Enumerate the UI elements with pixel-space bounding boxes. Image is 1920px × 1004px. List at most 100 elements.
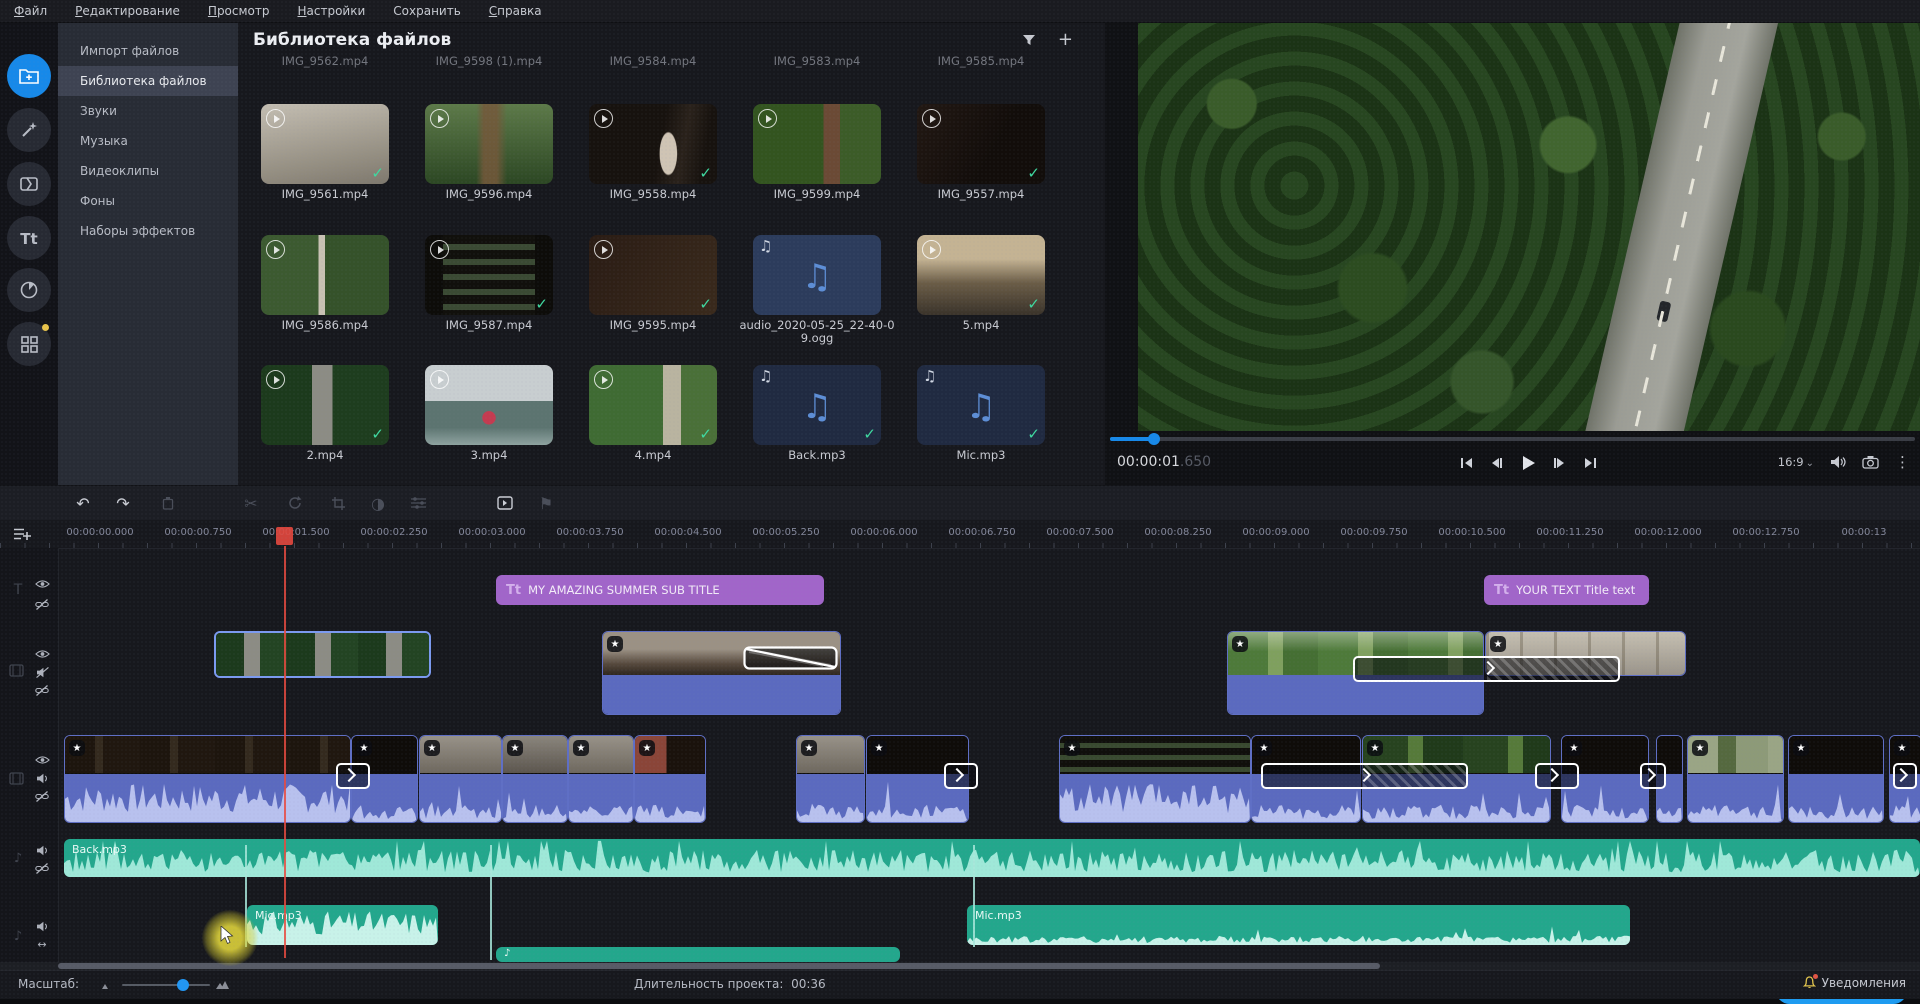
- library-item-thumbnail[interactable]: ✓: [261, 104, 389, 184]
- rail-import-media-button[interactable]: [7, 54, 51, 98]
- add-track-icon[interactable]: [12, 526, 32, 542]
- title-track-visibility-icon[interactable]: [32, 576, 52, 592]
- overlay-video-clip[interactable]: [214, 631, 431, 678]
- library-item-thumbnail[interactable]: ♫♫: [753, 235, 881, 315]
- transition-duration-bar[interactable]: [336, 763, 370, 789]
- seek-handle[interactable]: [1148, 433, 1160, 445]
- rail-effect-store-button[interactable]: [7, 322, 51, 366]
- play-button[interactable]: [1519, 454, 1537, 472]
- transition-duration-bar[interactable]: [1261, 763, 1468, 789]
- library-item-thumbnail[interactable]: ♫♫✓: [917, 365, 1045, 445]
- filter-icon[interactable]: [1022, 34, 1036, 46]
- rail-transitions-button[interactable]: [7, 162, 51, 206]
- music-clip[interactable]: Back.mp3: [64, 839, 1920, 877]
- overlay-track-visibility-icon[interactable]: [32, 646, 52, 662]
- library-item-thumbnail[interactable]: ✓: [589, 104, 717, 184]
- timeline-scrollbar-thumb[interactable]: [58, 963, 1380, 969]
- seek-bar[interactable]: [1110, 437, 1915, 441]
- audio-track-sound-icon[interactable]: [32, 842, 52, 858]
- go-to-end-button[interactable]: [1581, 454, 1599, 472]
- cut-scissors-icon[interactable]: ✂: [238, 491, 264, 515]
- undo-button[interactable]: ↶: [70, 491, 96, 515]
- video-clip[interactable]: ★: [1059, 735, 1251, 823]
- aspect-ratio-select[interactable]: 16:9⌄: [1778, 455, 1814, 469]
- overlay-track-unlink-icon[interactable]: [32, 682, 52, 698]
- mic-track-resize-icon[interactable]: ↔: [32, 936, 52, 952]
- library-item-thumbnail[interactable]: [261, 235, 389, 315]
- nav-item[interactable]: Музыка: [58, 126, 238, 156]
- library-item-thumbnail[interactable]: ✓: [589, 235, 717, 315]
- video-clip[interactable]: ★: [1687, 735, 1784, 823]
- video-track-unlink-icon[interactable]: [32, 788, 52, 804]
- video-track-visibility-icon[interactable]: [32, 752, 52, 768]
- menu-item-Справка[interactable]: Справка: [475, 0, 556, 22]
- menu-item-Настройки[interactable]: Настройки: [284, 0, 380, 22]
- transition-duration-bar[interactable]: [1535, 763, 1579, 789]
- sliders-icon[interactable]: [405, 491, 431, 515]
- nav-item[interactable]: Звуки: [58, 96, 238, 126]
- library-item-thumbnail[interactable]: ✓: [917, 104, 1045, 184]
- zoom-out-icon[interactable]: [102, 981, 112, 989]
- library-item-thumbnail[interactable]: ✓: [261, 365, 389, 445]
- overlay-video-clip[interactable]: ★: [602, 631, 841, 715]
- zoom-slider[interactable]: [122, 984, 210, 986]
- add-files-icon[interactable]: +: [1058, 34, 1073, 46]
- library-item-thumbnail[interactable]: [425, 104, 553, 184]
- video-clip[interactable]: ★: [568, 735, 634, 823]
- previous-frame-button[interactable]: [1488, 454, 1506, 472]
- more-options-icon[interactable]: ⋮: [1895, 453, 1910, 471]
- color-adjust-icon[interactable]: ◑: [365, 491, 391, 515]
- transition-duration-bar[interactable]: [1353, 656, 1620, 682]
- library-item-thumbnail[interactable]: ✓: [425, 235, 553, 315]
- transition-duration-bar[interactable]: [1893, 763, 1917, 789]
- playhead-marker[interactable]: [276, 527, 293, 545]
- rail-filters-button[interactable]: [7, 108, 51, 152]
- video-track-sound-icon[interactable]: [32, 770, 52, 786]
- volume-icon[interactable]: [1830, 455, 1846, 469]
- menu-item-Сохранить[interactable]: Сохранить: [379, 0, 475, 22]
- transition-duration-bar[interactable]: [944, 763, 978, 789]
- delete-icon[interactable]: [155, 491, 181, 515]
- title-track-unlink-icon[interactable]: [32, 596, 52, 612]
- library-item-thumbnail[interactable]: ✓: [589, 365, 717, 445]
- video-clip[interactable]: ★: [634, 735, 706, 823]
- video-clip[interactable]: ★: [1788, 735, 1884, 823]
- marker-flag-icon[interactable]: ⚑: [533, 491, 559, 515]
- rotate-icon[interactable]: [282, 491, 308, 515]
- video-clip[interactable]: ★: [502, 735, 568, 823]
- title-clip[interactable]: TtMY AMAZING SUMMER SUB TITLE: [496, 575, 824, 605]
- video-clip[interactable]: ★: [64, 735, 351, 823]
- nav-item[interactable]: Импорт файлов: [58, 36, 238, 66]
- rail-titles-button[interactable]: Tt: [7, 216, 51, 260]
- menu-item-Просмотр[interactable]: Просмотр: [194, 0, 284, 22]
- notifications-button[interactable]: Уведомления: [1803, 976, 1906, 990]
- title-clip[interactable]: TtYOUR TEXT Title text: [1484, 575, 1649, 605]
- audio-clip-partial[interactable]: ♪: [496, 947, 900, 962]
- zoom-in-icon[interactable]: [216, 979, 230, 989]
- transition-duration-bar[interactable]: [1640, 763, 1666, 789]
- video-clip[interactable]: ★: [796, 735, 865, 823]
- library-item-thumbnail[interactable]: ✓: [917, 235, 1045, 315]
- library-item-thumbnail[interactable]: ♫♫✓: [753, 365, 881, 445]
- library-item-thumbnail[interactable]: [425, 365, 553, 445]
- menu-item-Редактирование[interactable]: Редактирование: [61, 0, 194, 22]
- go-to-start-button[interactable]: [1457, 454, 1475, 472]
- next-frame-button[interactable]: [1550, 454, 1568, 472]
- zoom-slider-handle[interactable]: [177, 979, 189, 991]
- nav-item[interactable]: Видеоклипы: [58, 156, 238, 186]
- voice-clip[interactable]: Mic.mp3: [967, 905, 1630, 945]
- crop-icon[interactable]: [325, 491, 351, 515]
- library-item-thumbnail[interactable]: [753, 104, 881, 184]
- menu-item-Файл[interactable]: Файл: [0, 0, 61, 22]
- video-preview[interactable]: [1138, 22, 1920, 431]
- audio-track-unlink-icon[interactable]: [32, 860, 52, 876]
- clip-properties-icon[interactable]: [492, 491, 518, 515]
- video-clip[interactable]: ★: [419, 735, 502, 823]
- voice-clip[interactable]: Mic.mp3: [247, 905, 438, 945]
- nav-item[interactable]: Наборы эффектов: [58, 216, 238, 246]
- mic-track-sound-icon[interactable]: [32, 918, 52, 934]
- rail-stickers-button[interactable]: [7, 268, 51, 312]
- overlay-track-mute-icon[interactable]: [32, 664, 52, 680]
- redo-button[interactable]: ↷: [110, 491, 136, 515]
- nav-item[interactable]: Библиотека файлов: [58, 66, 238, 96]
